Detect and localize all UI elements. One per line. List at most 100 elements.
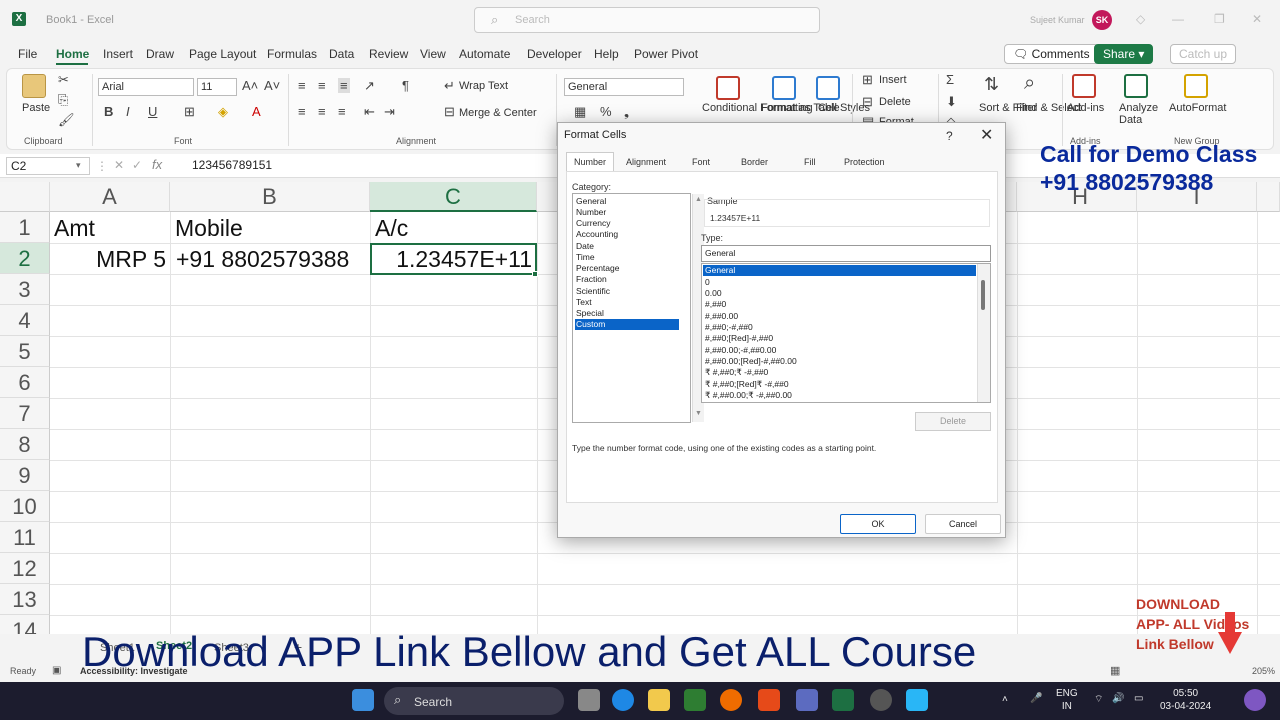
- category-item[interactable]: Text: [575, 297, 679, 308]
- clock[interactable]: 05:50 03-04-2024: [1160, 687, 1211, 713]
- battery-icon[interactable]: ▭: [1134, 693, 1143, 704]
- cell-styles-icon[interactable]: [816, 76, 840, 100]
- teams-icon[interactable]: [796, 689, 818, 711]
- format-list-scroll-thumb[interactable]: [981, 280, 985, 310]
- format-item[interactable]: #,##0.00;[Red]-#,##0.00: [703, 356, 976, 367]
- category-item[interactable]: Scientific: [575, 286, 679, 297]
- menu-insert[interactable]: Insert: [103, 47, 133, 61]
- row-header[interactable]: 7: [0, 398, 50, 429]
- align-left-icon[interactable]: ≡: [298, 104, 306, 119]
- tab-number[interactable]: Number: [574, 157, 606, 167]
- cell-c1[interactable]: A/c: [375, 213, 408, 244]
- row-header[interactable]: 8: [0, 429, 50, 460]
- align-bottom-icon[interactable]: ≡: [338, 78, 350, 93]
- format-item[interactable]: ₹ #,##0;[Red]₹ -#,##0: [703, 379, 976, 390]
- cancel-button[interactable]: Cancel: [925, 514, 1001, 534]
- format-code-list[interactable]: General 0 0.00 #,##0 #,##0.00 #,##0;-#,#…: [701, 263, 991, 403]
- cancel-entry-icon[interactable]: ✕: [114, 158, 124, 172]
- format-item-selected[interactable]: General: [703, 265, 976, 276]
- file-explorer-icon[interactable]: [648, 689, 670, 711]
- currency-icon[interactable]: ▦: [574, 104, 586, 120]
- menu-home[interactable]: Home: [56, 47, 89, 61]
- format-table-icon[interactable]: [772, 76, 796, 100]
- format-painter-icon[interactable]: 🖌: [58, 112, 75, 128]
- task-view-icon[interactable]: [578, 689, 600, 711]
- tab-protection[interactable]: Protection: [844, 157, 885, 167]
- category-item[interactable]: Accounting: [575, 229, 679, 240]
- insert-function-icon[interactable]: fx: [152, 157, 162, 172]
- help-icon[interactable]: ?: [946, 129, 953, 143]
- fill-color-icon[interactable]: ◈: [218, 104, 228, 120]
- close-icon[interactable]: ✕: [980, 125, 993, 145]
- mic-icon[interactable]: 🎤: [1030, 693, 1042, 704]
- wifi-icon[interactable]: ⌔: [1094, 693, 1103, 706]
- col-header-j[interactable]: [1257, 182, 1280, 212]
- col-header-b[interactable]: B: [170, 182, 370, 212]
- comments-button[interactable]: 🗨 Comments: [1004, 44, 1099, 64]
- row-header[interactable]: 12: [0, 553, 50, 584]
- row-header[interactable]: 14: [0, 615, 50, 634]
- menu-developer[interactable]: Developer: [527, 47, 582, 61]
- row-header[interactable]: 2: [0, 243, 50, 274]
- tab-font[interactable]: Font: [692, 157, 710, 167]
- menu-automate[interactable]: Automate: [459, 47, 510, 61]
- rtl-icon[interactable]: ¶: [402, 78, 409, 93]
- col-header-a[interactable]: A: [50, 182, 170, 212]
- format-item[interactable]: #,##0: [703, 299, 976, 310]
- insert-cells-button[interactable]: Insert: [879, 74, 907, 86]
- select-all-corner[interactable]: [0, 182, 50, 212]
- close-window-icon[interactable]: ✕: [1252, 12, 1262, 26]
- sort-filter-icon[interactable]: ⇅: [984, 74, 999, 95]
- insert-cells-icon[interactable]: ⊞: [862, 72, 873, 88]
- share-button[interactable]: Share ▾: [1094, 44, 1154, 64]
- scroll-down-icon[interactable]: ▼: [695, 410, 702, 417]
- col-header-c[interactable]: C: [370, 182, 537, 212]
- normal-view-icon[interactable]: ▦: [1110, 664, 1120, 677]
- store-icon[interactable]: [684, 689, 706, 711]
- category-item-selected[interactable]: Custom: [575, 319, 679, 330]
- add-ins-icon[interactable]: [1072, 74, 1096, 98]
- edge-icon[interactable]: [612, 689, 634, 711]
- avatar[interactable]: SK: [1092, 10, 1112, 30]
- category-item[interactable]: Time: [575, 252, 679, 263]
- menu-formulas[interactable]: Formulas: [267, 47, 317, 61]
- category-item[interactable]: Fraction: [575, 274, 679, 285]
- menu-power-pivot[interactable]: Power Pivot: [634, 47, 698, 61]
- format-item[interactable]: #,##0;[Red]-#,##0: [703, 333, 976, 344]
- catchup-button[interactable]: Catch up: [1170, 44, 1237, 64]
- macro-icon[interactable]: ▣: [52, 665, 61, 676]
- number-format-select[interactable]: General: [564, 78, 684, 96]
- merge-center-button[interactable]: Merge & Center: [459, 107, 537, 119]
- taskbar-search[interactable]: ⌕ Search: [384, 687, 564, 715]
- align-center-icon[interactable]: ≡: [318, 104, 326, 119]
- diamond-icon[interactable]: ◇: [1136, 12, 1145, 26]
- format-item[interactable]: ₹ #,##0;₹ -#,##0: [703, 367, 976, 378]
- windows-start-icon[interactable]: [352, 689, 374, 711]
- confirm-entry-icon[interactable]: ✓: [132, 158, 142, 172]
- menu-help[interactable]: Help: [594, 47, 619, 61]
- row-header[interactable]: 10: [0, 491, 50, 522]
- paste-label[interactable]: Paste: [22, 102, 50, 114]
- borders-icon[interactable]: ⊞: [184, 104, 195, 120]
- search-box[interactable]: ⌕ Search: [474, 7, 820, 33]
- delete-format-button[interactable]: Delete: [915, 412, 991, 431]
- brave-icon[interactable]: [758, 689, 780, 711]
- row-header[interactable]: 4: [0, 305, 50, 336]
- volume-icon[interactable]: 🔊: [1112, 693, 1124, 704]
- wrap-text-icon[interactable]: ↵: [444, 78, 455, 94]
- excel-taskbar-icon[interactable]: [832, 689, 854, 711]
- row-header[interactable]: 6: [0, 367, 50, 398]
- merge-icon[interactable]: ⊟: [444, 104, 455, 120]
- more-icon[interactable]: ⋮: [96, 159, 108, 173]
- wrap-text-button[interactable]: Wrap Text: [459, 80, 508, 92]
- analyze-data-label[interactable]: Analyze Data: [1119, 102, 1158, 126]
- font-size-select[interactable]: 11: [197, 78, 237, 96]
- copy-icon[interactable]: ⎘: [58, 92, 68, 108]
- copilot-icon[interactable]: [1244, 689, 1266, 711]
- increase-font-icon[interactable]: A˄: [242, 78, 258, 93]
- tab-fill[interactable]: Fill: [804, 157, 816, 167]
- delete-cells-button[interactable]: Delete: [879, 96, 911, 108]
- app-icon[interactable]: [870, 689, 892, 711]
- underline-icon[interactable]: U: [148, 104, 157, 119]
- orientation-icon[interactable]: ↗: [364, 78, 375, 94]
